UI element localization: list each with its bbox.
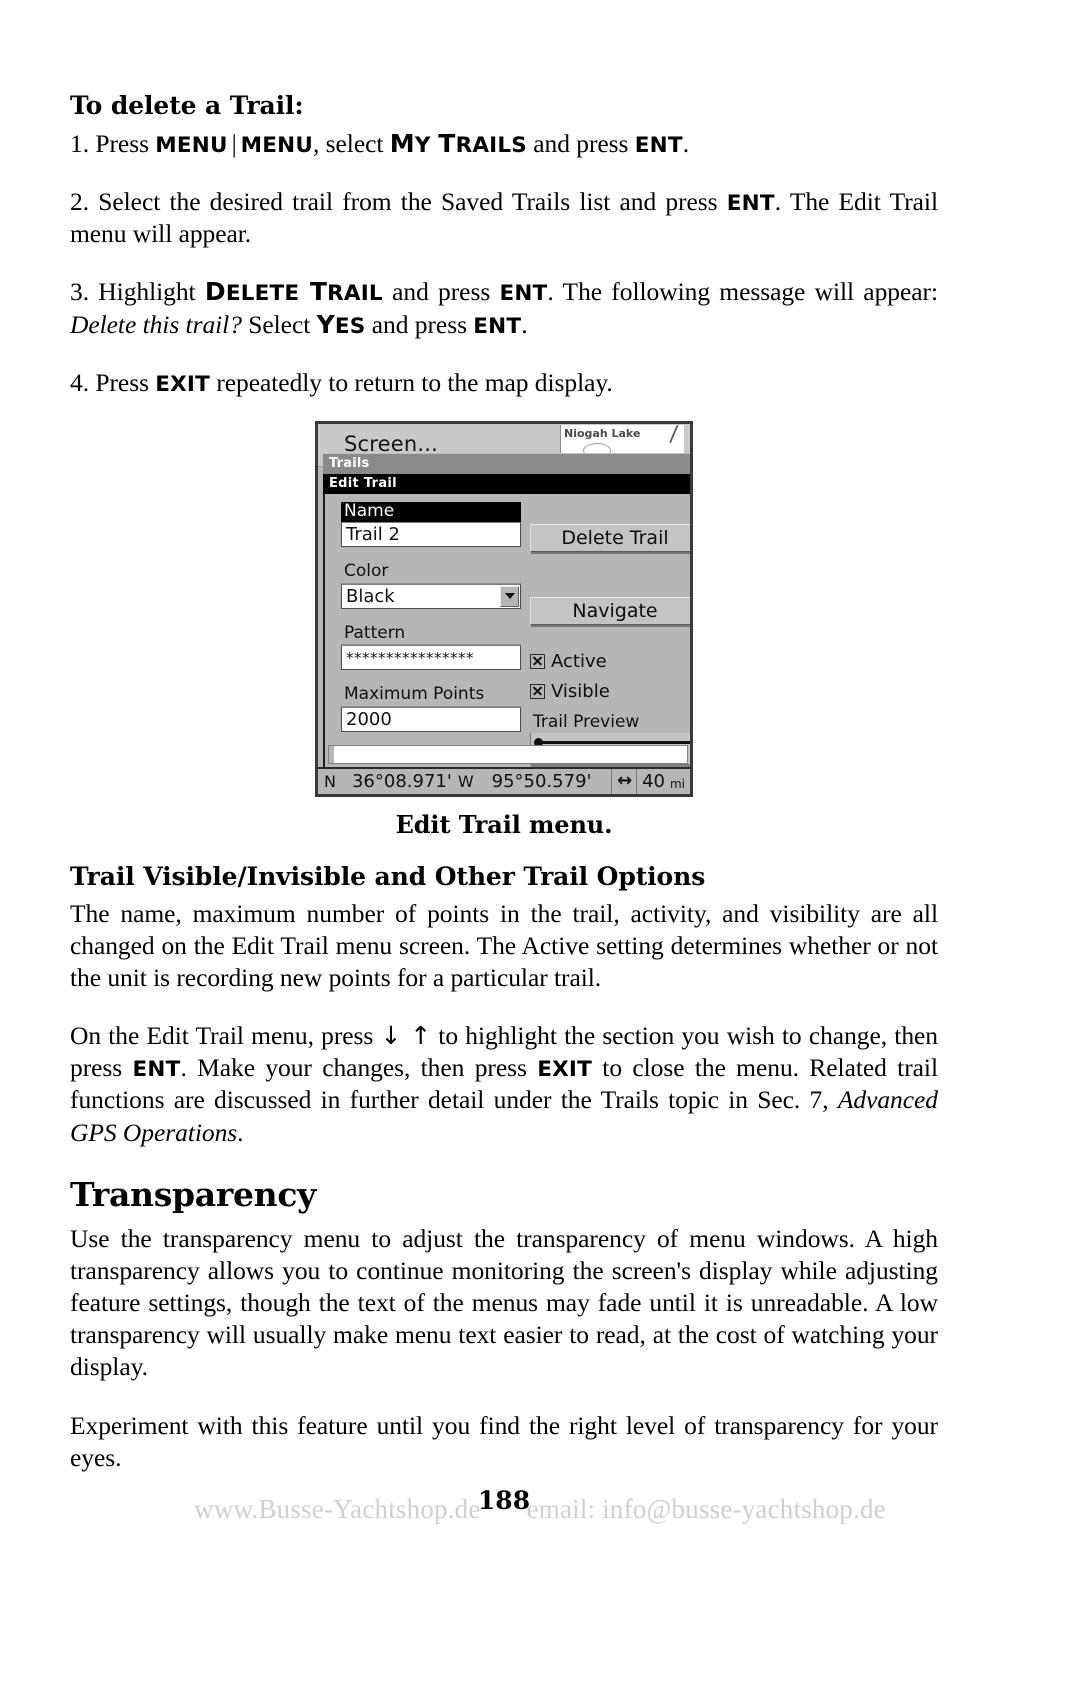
step-4-text-b: repeatedly to return to the map display. xyxy=(210,367,613,397)
kbd-ent-1: ENT xyxy=(634,133,683,158)
delete-trail-button-label: Delete Trail xyxy=(561,526,669,549)
step-2: 2. Select the desired trail from the Sav… xyxy=(70,186,938,250)
trails-breadcrumb-label: Trails xyxy=(329,456,370,472)
kbd-menu-2: MENU xyxy=(240,133,314,158)
step-3-text-b: and press xyxy=(382,277,500,307)
smallcaps-delete-trail: DELETE TRAIL xyxy=(204,277,383,307)
map-route-line: / xyxy=(668,424,679,448)
kbd-ent-4: ENT xyxy=(473,313,522,339)
name-input[interactable]: Trail 2 xyxy=(341,522,521,548)
transparency-paragraph-2: Experiment with this feature until you f… xyxy=(70,1410,938,1472)
field-color: Color Black xyxy=(341,562,521,609)
maximum-points-input[interactable]: 2000 xyxy=(341,706,521,732)
map-lake-name: Niogah Lake xyxy=(564,426,641,440)
horizontal-arrows-icon: ↔ xyxy=(617,768,638,794)
step-3: 3. Highlight DELETE TRAIL and press ENT.… xyxy=(70,276,938,340)
italic-delete-this-trail: Delete this trail? xyxy=(70,309,242,339)
navigate-button-label: Navigate xyxy=(572,599,658,622)
kbd-ent-2: ENT xyxy=(726,191,775,217)
figure-edit-trail-menu: Niogah Lake / Screen... Trails Edit Trai… xyxy=(70,420,938,839)
step-1: 1. Press MENU | MENU, select MY TRAILS and… xyxy=(70,128,938,160)
footer-email: email: info@busse-yachtshop.de xyxy=(526,1494,886,1524)
trail-preview-line xyxy=(537,740,690,744)
section-heading-delete-trail: To delete a Trail: xyxy=(70,91,304,120)
field-name-label: Name xyxy=(341,501,521,523)
checkbox-checked-icon[interactable] xyxy=(530,653,545,669)
kbd-separator: | xyxy=(231,129,237,158)
kbd-exit-2: EXIT xyxy=(537,1057,592,1083)
step-3-text-e: and press xyxy=(365,309,474,339)
kbd-exit-1: EXIT xyxy=(155,371,210,397)
pattern-input-value: **************** xyxy=(346,648,474,667)
map-scale-unit: mi xyxy=(669,777,685,792)
field-pattern: Pattern **************** xyxy=(341,623,521,671)
map-scale-value: 40 xyxy=(642,770,665,792)
color-select-value: Black xyxy=(346,585,395,607)
chevron-down-icon[interactable] xyxy=(500,585,519,607)
field-maximum-points: Maximum Points 2000 xyxy=(341,685,521,732)
navigate-button[interactable]: Navigate xyxy=(530,596,690,625)
transparency-paragraph-1: Use the transparency menu to adjust the … xyxy=(70,1223,938,1382)
section-heading-transparency: Transparency xyxy=(70,1174,316,1214)
edit-trail-title-bar: Edit Trail xyxy=(323,473,690,494)
kbd-menu-1: MENU xyxy=(155,133,228,158)
footer-website: www.Busse-Yachtshop.de xyxy=(194,1494,481,1524)
step-4-text-a: 4. Press xyxy=(70,367,156,397)
p2-text-a: On the Edit Trail menu, press xyxy=(70,1021,381,1051)
color-select[interactable]: Black xyxy=(341,583,521,609)
trail-options-paragraph-1: The name, maximum number of points in th… xyxy=(70,898,938,992)
step-3-text-f: . xyxy=(521,309,528,339)
dialog-bottom-field xyxy=(328,744,688,764)
p2-text-e: . xyxy=(237,1117,244,1147)
delete-trail-button[interactable]: Delete Trail xyxy=(530,523,690,552)
kbd-ent-5: ENT xyxy=(132,1057,181,1083)
step-2-text-a: 2. Select the desired trail from the Sav… xyxy=(70,187,727,217)
edit-trail-title-label: Edit Trail xyxy=(329,476,397,492)
step-4: 4. Press EXIT repeatedly to return to th… xyxy=(70,367,938,399)
document-page: To delete a Trail: 1. Press MENU | MENU, s… xyxy=(70,0,938,1682)
checkbox-visible-label: Visible xyxy=(551,680,610,702)
figure-caption: Edit Trail menu. xyxy=(395,809,613,839)
checkbox-active[interactable]: Active xyxy=(530,650,690,672)
device-status-bar: N 36°08.971' W 95°50.579' ↔ 40 mi xyxy=(318,766,690,794)
longitude-hemisphere: W xyxy=(457,771,474,791)
edit-trail-left-column: Name Trail 2 Color Black Pattern *******… xyxy=(341,501,521,747)
arrow-keys-icon: ↓ ↑ xyxy=(380,1021,432,1051)
step-3-text-c: . The following message will appear: xyxy=(547,277,938,307)
pattern-input[interactable]: **************** xyxy=(341,645,521,671)
p2-text-c: . Make your changes, then press xyxy=(180,1053,538,1083)
step-1-mid: , select xyxy=(313,129,390,158)
trails-breadcrumb-bar: Trails xyxy=(323,452,690,474)
checkbox-checked-icon[interactable] xyxy=(530,683,545,699)
edit-trail-right-column: Delete Trail Navigate Active Visible Tra… xyxy=(530,502,690,765)
field-pattern-label: Pattern xyxy=(341,623,521,646)
step-3-text-a: 3. Highlight xyxy=(70,277,205,307)
latitude-value: 36°08.971' xyxy=(351,770,452,792)
step-1-prefix: 1. Press xyxy=(70,129,156,158)
maximum-points-value: 2000 xyxy=(346,708,392,730)
trail-preview-label: Trail Preview xyxy=(530,712,643,734)
status-map-scale: ↔ 40 mi xyxy=(612,768,690,794)
longitude-value: 95°50.579' xyxy=(491,770,592,792)
field-name: Name Trail 2 xyxy=(341,501,521,548)
step-1-suffix: . xyxy=(682,129,690,158)
checkbox-visible[interactable]: Visible xyxy=(530,680,690,702)
page-footer: www.Busse-Yachtshop.de email: info@busse-… xyxy=(0,1494,1080,1525)
edit-trail-dialog-body: Name Trail 2 Color Black Pattern *******… xyxy=(323,493,690,794)
field-maximum-points-label: Maximum Points xyxy=(341,685,521,707)
smallcaps-yes: YES xyxy=(316,309,366,339)
status-coordinates: N 36°08.971' W 95°50.579' xyxy=(318,768,612,794)
trail-options-paragraph-2: On the Edit Trail menu, press ↓ ↑ to hig… xyxy=(70,1020,938,1149)
gps-device-screenshot: Niogah Lake / Screen... Trails Edit Trai… xyxy=(315,420,693,797)
checkbox-active-label: Active xyxy=(551,650,607,672)
step-1-mid2: and press xyxy=(526,129,635,158)
latitude-hemisphere: N xyxy=(324,771,336,791)
kbd-ent-3: ENT xyxy=(499,281,548,307)
field-color-label: Color xyxy=(341,562,521,584)
step-3-text-d: Select xyxy=(241,309,317,339)
smallcaps-my-trails: MY TRAILS xyxy=(389,129,527,158)
section-heading-trail-options: Trail Visible/Invisible and Other Trail … xyxy=(70,861,706,891)
name-input-value: Trail 2 xyxy=(346,524,400,546)
